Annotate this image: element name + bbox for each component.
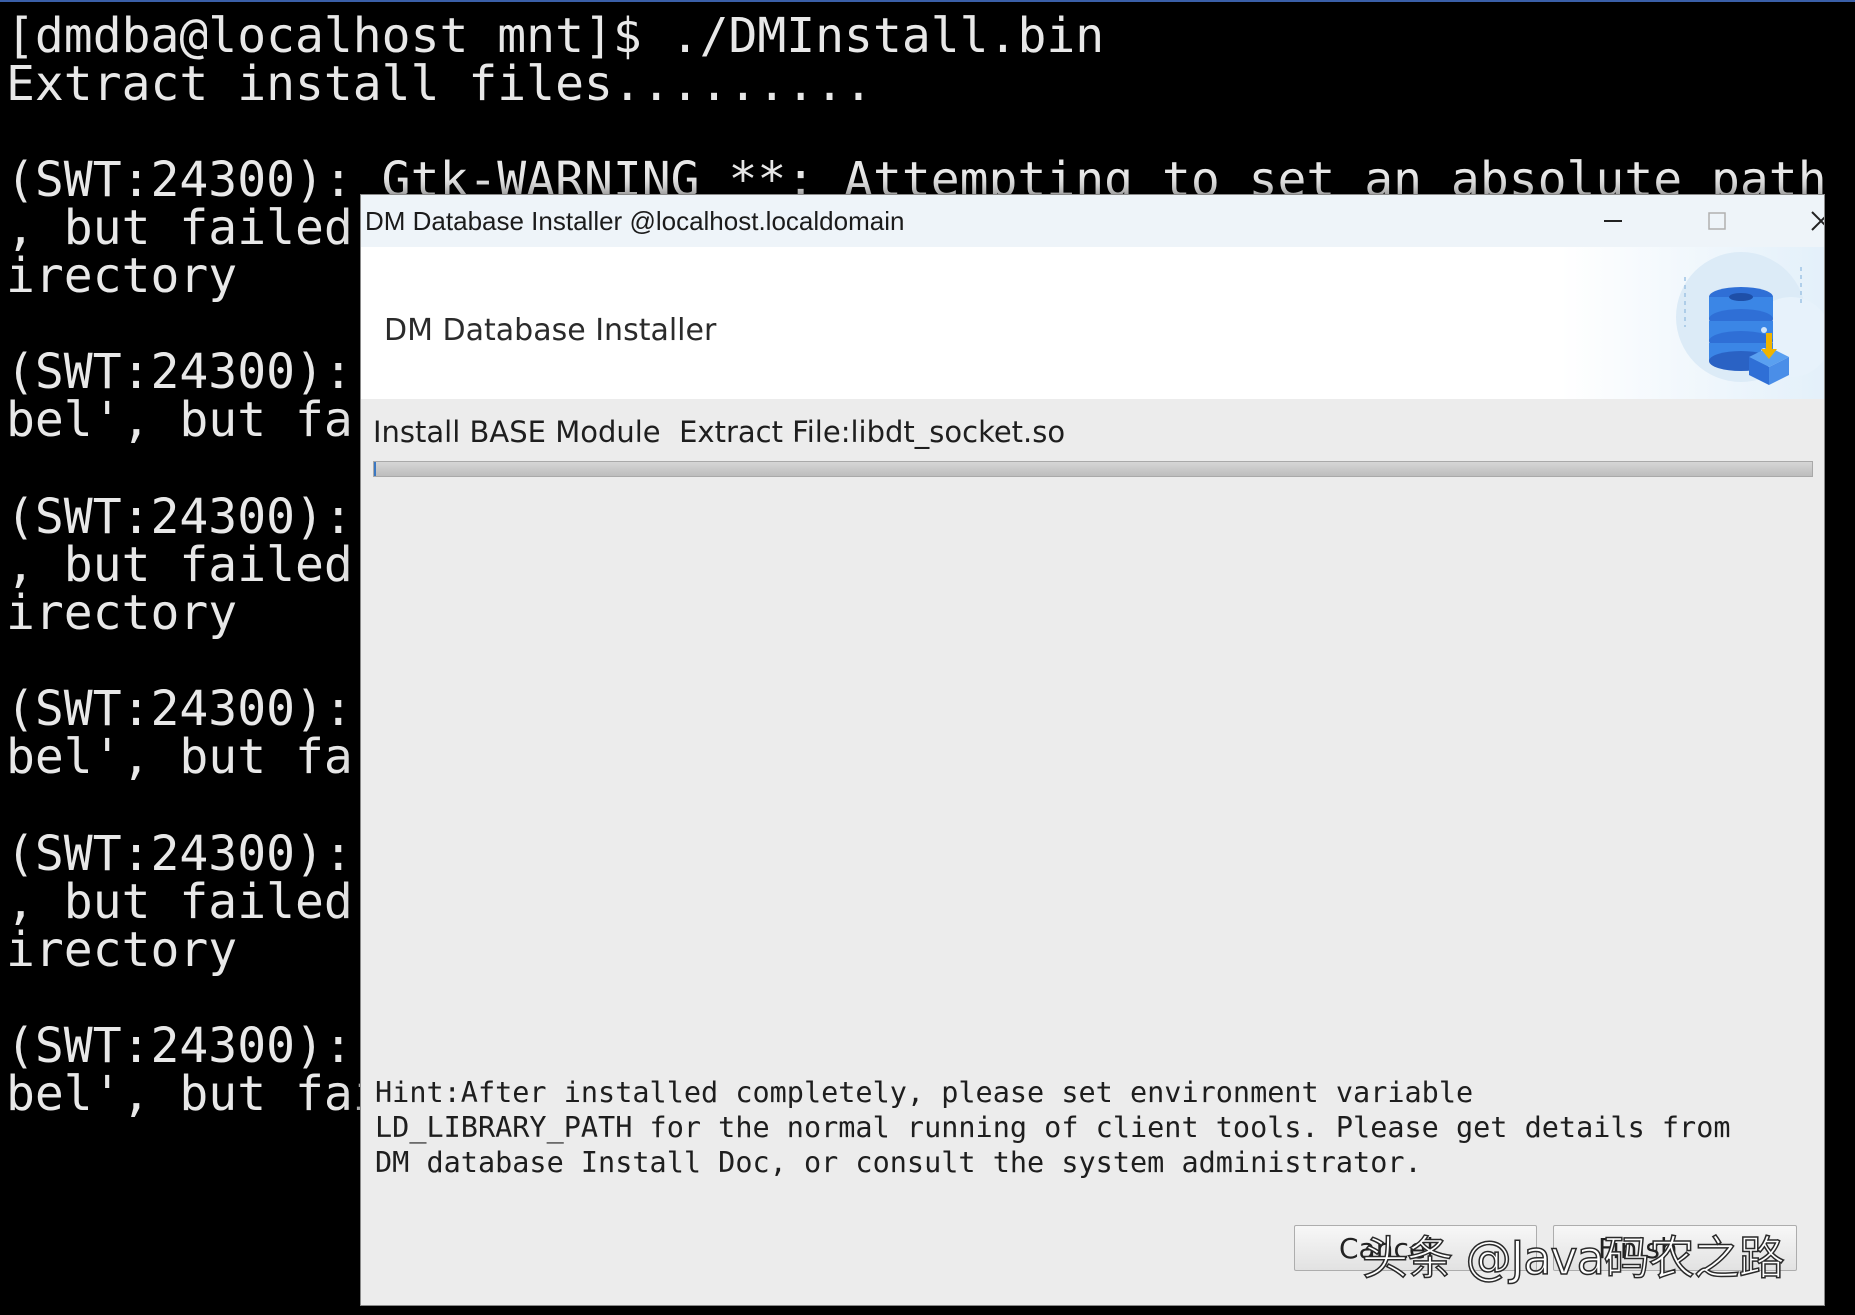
installer-window: DM Database Installer @localhost.localdo… [360, 194, 1825, 1306]
window-title: DM Database Installer @localhost.localdo… [365, 205, 905, 236]
terminal-line: bel', but fa [6, 392, 353, 448]
hint-line: Hint:After installed completely, please … [375, 1076, 1474, 1109]
terminal-line: [dmdba@localhost mnt]$ ./DMInstall.bin [6, 8, 1105, 64]
install-status-text: Install BASE Module Extract File:libdt_s… [373, 415, 1066, 449]
maximize-icon [1708, 212, 1726, 230]
progress-fill [374, 462, 376, 476]
title-bar[interactable]: DM Database Installer @localhost.localdo… [361, 195, 1824, 247]
terminal-line: irectory [6, 248, 238, 304]
terminal-line: irectory [6, 585, 238, 641]
close-button[interactable] [1769, 195, 1824, 247]
hint-line: DM database Install Doc, or consult the … [375, 1146, 1422, 1179]
hint-line: LD_LIBRARY_PATH for the normal running o… [375, 1111, 1731, 1144]
minimize-button[interactable] [1561, 195, 1665, 247]
terminal-line: bel', but fa [6, 729, 353, 785]
installer-banner: DM Database Installer [361, 247, 1824, 399]
database-install-icon [1676, 252, 1824, 385]
install-progress-bar [373, 461, 1813, 477]
minimize-icon [1604, 220, 1622, 222]
hint-text: Hint:After installed completely, please … [375, 1075, 1815, 1180]
close-icon [1811, 211, 1824, 231]
maximize-button[interactable] [1665, 195, 1769, 247]
watermark: 头条 @Java码农之路 [1361, 1230, 1785, 1286]
terminal-line: Extract install files......... [6, 56, 873, 112]
banner-title: DM Database Installer [384, 313, 717, 348]
terminal-line: irectory [6, 922, 238, 978]
